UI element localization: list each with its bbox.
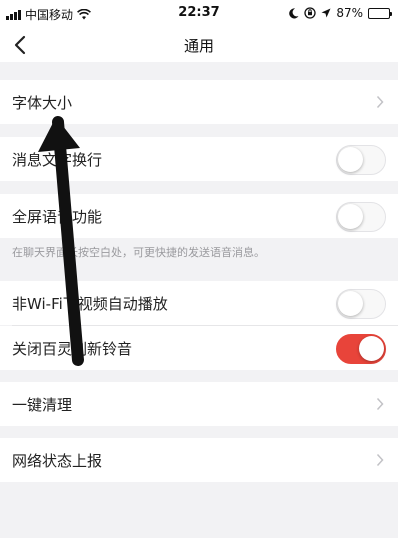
annotation-arrow [38,116,84,366]
